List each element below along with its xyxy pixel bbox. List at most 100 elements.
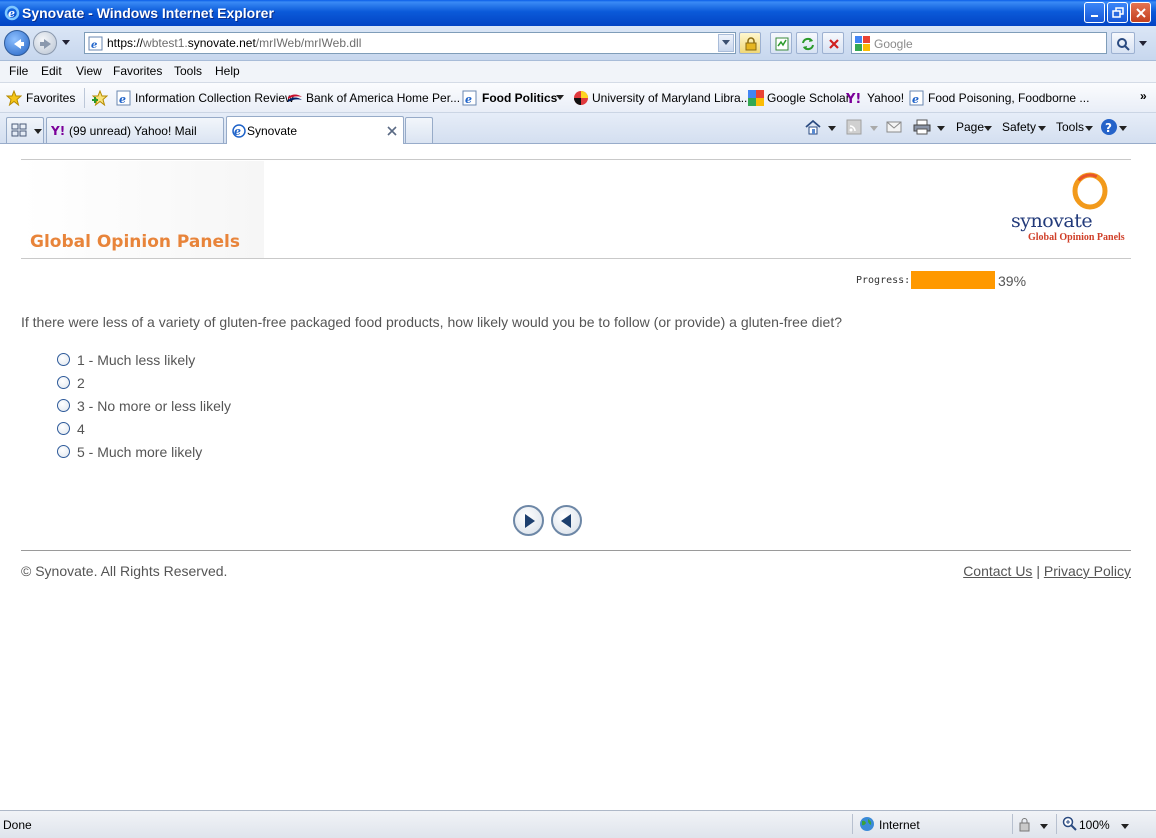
previous-button[interactable] xyxy=(551,505,582,536)
home-icon[interactable] xyxy=(804,118,822,136)
url-subdomain: wbtest1. xyxy=(143,36,188,50)
status-text: Done xyxy=(3,818,32,832)
back-button[interactable] xyxy=(4,30,30,56)
radio-button[interactable] xyxy=(57,376,70,389)
tab-label: Synovate xyxy=(247,124,298,138)
new-tab-button[interactable] xyxy=(405,117,433,143)
ie-page-icon: e xyxy=(88,36,103,51)
safety-menu-button[interactable]: Safety xyxy=(1002,120,1036,134)
recent-pages-dropdown-icon[interactable] xyxy=(61,39,71,47)
chevron-down-icon[interactable] xyxy=(870,126,878,132)
tab-synovate[interactable]: e Synovate xyxy=(226,116,404,144)
header-top-divider xyxy=(21,159,1131,160)
refresh-button[interactable] xyxy=(796,32,818,54)
fav-food-poisoning[interactable]: Food Poisoning, Foodborne ... xyxy=(928,91,1089,105)
zoom-icon[interactable] xyxy=(1062,816,1078,832)
radio-button[interactable] xyxy=(57,445,70,458)
refresh-icon xyxy=(802,37,814,51)
stop-icon xyxy=(829,39,839,49)
page-menu-button[interactable]: Page xyxy=(956,120,984,134)
answer-label[interactable]: 1 - Much less likely xyxy=(77,352,195,368)
radio-button[interactable] xyxy=(57,399,70,412)
quick-tabs-icon xyxy=(11,123,27,137)
chevron-down-icon[interactable] xyxy=(556,95,564,101)
menu-view[interactable]: View xyxy=(76,64,102,78)
chevron-down-icon[interactable] xyxy=(1119,126,1127,132)
brand-title: Global Opinion Panels xyxy=(30,232,240,252)
radio-button[interactable] xyxy=(57,353,70,366)
url-host: synovate.net xyxy=(187,36,256,50)
more-favorites-chevron-icon[interactable]: » xyxy=(1140,89,1147,103)
progress-bar-fill xyxy=(911,271,995,289)
tab-yahoo-mail[interactable]: Y! (99 unread) Yahoo! Mail xyxy=(46,117,224,143)
fav-bank-of-america[interactable]: Bank of America Home Per... xyxy=(306,91,460,105)
quick-tabs-button[interactable] xyxy=(6,117,44,143)
zoom-level[interactable]: 100% xyxy=(1079,818,1110,832)
answer-label[interactable]: 2 xyxy=(77,375,85,391)
privacy-policy-link[interactable]: Privacy Policy xyxy=(1044,563,1131,579)
fav-university-maryland[interactable]: University of Maryland Libra... xyxy=(592,91,751,105)
search-options-dropdown-icon[interactable] xyxy=(1138,40,1148,48)
chevron-down-icon[interactable] xyxy=(1085,126,1093,132)
menu-edit[interactable]: Edit xyxy=(41,64,62,78)
favorites-button[interactable]: Favorites xyxy=(26,91,75,105)
fav-google-scholar[interactable]: Google Scholar xyxy=(767,91,850,105)
chevron-down-icon[interactable] xyxy=(828,126,836,132)
menu-favorites[interactable]: Favorites xyxy=(113,64,162,78)
tools-menu-button[interactable]: Tools xyxy=(1056,120,1084,134)
menu-file[interactable]: File xyxy=(9,64,28,78)
question-text: If there were less of a variety of glute… xyxy=(21,314,843,330)
fav-food-politics[interactable]: Food Politics xyxy=(482,91,557,105)
address-dropdown-button[interactable] xyxy=(718,34,734,52)
answer-label[interactable]: 3 - No more or less likely xyxy=(77,398,231,414)
menu-help[interactable]: Help xyxy=(215,64,240,78)
feeds-icon[interactable] xyxy=(846,119,862,135)
progress-label: Progress: xyxy=(856,275,911,286)
help-icon[interactable]: ? xyxy=(1100,118,1118,136)
minimize-button[interactable] xyxy=(1084,2,1105,23)
answer-label[interactable]: 4 xyxy=(77,421,85,437)
security-lock-button[interactable] xyxy=(739,32,761,54)
svg-text:Y!: Y! xyxy=(51,124,65,137)
radio-button[interactable] xyxy=(57,422,70,435)
close-tab-icon[interactable] xyxy=(387,126,397,136)
search-go-button[interactable] xyxy=(1111,32,1135,54)
fav-yahoo[interactable]: Yahoo! xyxy=(867,91,904,105)
lock-icon xyxy=(745,37,757,51)
contact-us-link[interactable]: Contact Us xyxy=(963,563,1032,579)
chevron-down-icon[interactable] xyxy=(1038,126,1046,132)
header-bottom-divider xyxy=(21,258,1131,259)
close-window-button[interactable] xyxy=(1130,2,1151,23)
svg-text:?: ? xyxy=(1105,121,1112,135)
protected-mode-icon[interactable] xyxy=(1018,817,1036,833)
forward-button[interactable] xyxy=(33,31,57,55)
synovate-logo-ring-icon xyxy=(1072,172,1108,210)
progress-percent: 39% xyxy=(998,273,1027,289)
read-mail-icon[interactable] xyxy=(886,120,902,134)
chevron-down-icon[interactable] xyxy=(1121,824,1129,830)
yahoo-icon: Y! xyxy=(846,92,861,106)
progress-bar xyxy=(911,271,995,289)
chevron-down-icon[interactable] xyxy=(1040,824,1048,830)
url-path: /mrIWeb/mrIWeb.dll xyxy=(255,36,362,50)
next-button[interactable] xyxy=(513,505,544,536)
logo-subtitle: Global Opinion Panels xyxy=(1028,232,1125,243)
search-field[interactable]: Google xyxy=(851,32,1107,54)
fav-info-collection-review[interactable]: Information Collection Review xyxy=(135,91,294,105)
url-text[interactable]: https://wbtest1.synovate.net/mrIWeb/mrIW… xyxy=(107,36,361,50)
ie-page-icon: e xyxy=(232,124,246,138)
answer-label[interactable]: 5 - Much more likely xyxy=(77,444,202,460)
print-icon[interactable] xyxy=(913,119,931,135)
compatibility-view-button[interactable] xyxy=(770,32,792,54)
status-divider xyxy=(1056,814,1057,834)
chevron-down-icon[interactable] xyxy=(984,126,992,132)
svg-text:e: e xyxy=(119,93,126,106)
add-favorite-icon[interactable] xyxy=(92,90,108,106)
address-field[interactable]: e https://wbtest1.synovate.net/mrIWeb/mr… xyxy=(84,32,736,54)
chevron-down-icon[interactable] xyxy=(937,126,945,132)
menu-tools[interactable]: Tools xyxy=(174,64,202,78)
security-zone: Internet xyxy=(879,818,920,832)
search-placeholder: Google xyxy=(874,37,913,51)
restore-button[interactable] xyxy=(1107,2,1128,23)
stop-button[interactable] xyxy=(822,32,844,54)
